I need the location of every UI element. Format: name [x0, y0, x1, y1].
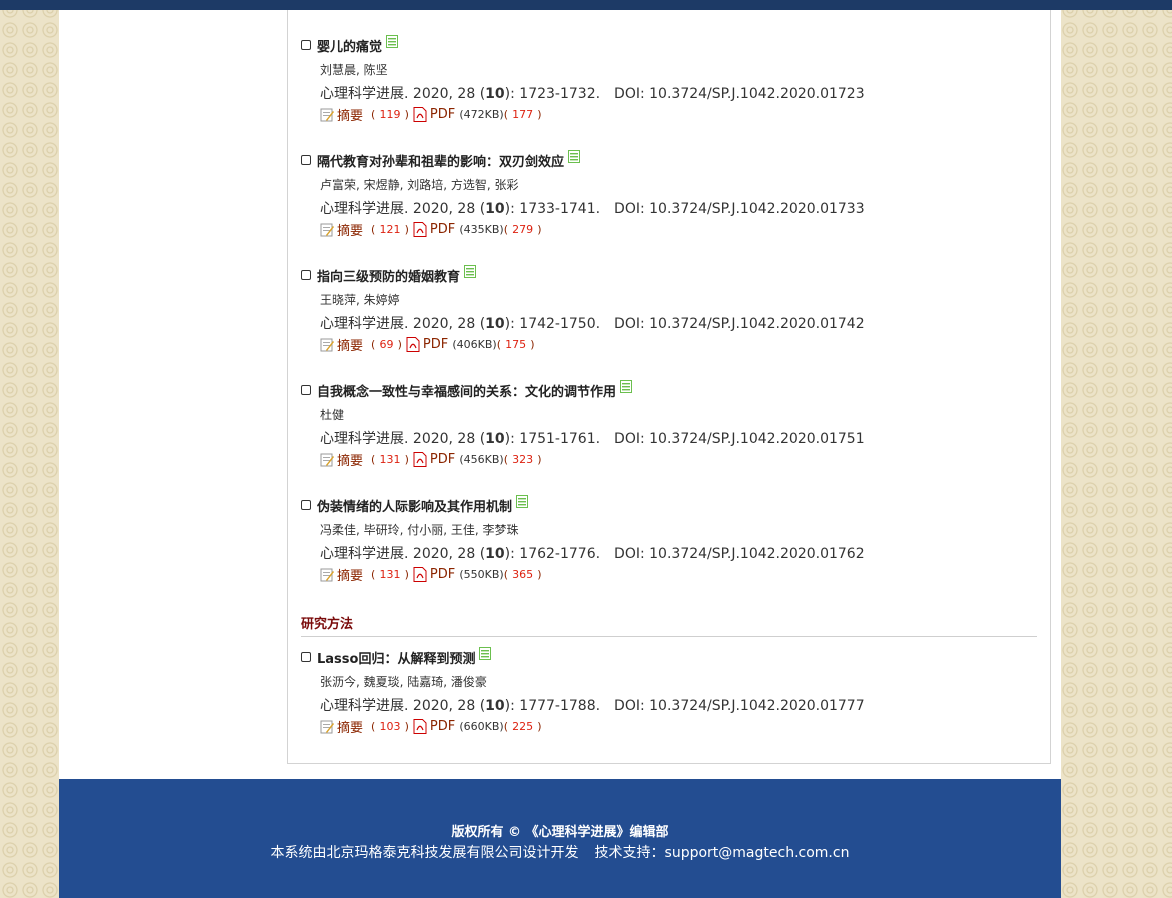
footer-copyright: 版权所有 © 《心理科学进展》编辑部: [451, 825, 669, 840]
pdf-size: (472KB): [459, 108, 504, 121]
pdf-size: (660KB): [459, 720, 504, 733]
abstract-link[interactable]: 摘要: [337, 450, 363, 469]
doi-text: DOI: 10.3724/SP.J.1042.2020.01777: [614, 698, 865, 714]
abstract-link[interactable]: 摘要: [337, 220, 363, 239]
select-checkbox[interactable]: [301, 40, 311, 50]
section-heading: 研究方法: [301, 613, 1037, 637]
abstract-icon: [320, 453, 334, 466]
article-authors: 杜健: [320, 408, 345, 422]
pdf-size: (406KB): [452, 338, 497, 351]
abstract-icon: [320, 108, 334, 121]
article-authors: 刘慧晨, 陈坚: [320, 63, 388, 77]
pdf-download-count: 175: [505, 338, 527, 351]
doi-text: DOI: 10.3724/SP.J.1042.2020.01723: [614, 86, 865, 102]
pdf-icon: [413, 107, 427, 122]
pdf-icon: [406, 337, 420, 352]
list-icon[interactable]: [620, 379, 633, 393]
pdf-download-count: 225: [512, 720, 534, 733]
pdf-link[interactable]: PDF: [423, 337, 448, 352]
select-checkbox[interactable]: [301, 500, 311, 510]
abstract-icon: [320, 720, 334, 733]
pdf-download-count: 323: [512, 453, 534, 466]
article-citation: 心理科学进展. 2020, 28 (10): 1777-1788. DOI: 10…: [320, 698, 865, 714]
abstract-link[interactable]: 摘要: [337, 335, 363, 354]
abstract-icon: [320, 568, 334, 581]
article-citation: 心理科学进展. 2020, 28 (10): 1751-1761. DOI: 10…: [320, 431, 865, 447]
pdf-size: (456KB): [459, 453, 504, 466]
top-bar: [0, 0, 1172, 10]
doi-text: DOI: 10.3724/SP.J.1042.2020.01751: [614, 431, 865, 447]
article-citation: 心理科学进展. 2020, 28 (10): 1733-1741. DOI: 10…: [320, 201, 865, 217]
footer-support[interactable]: 技术支持：support@magtech.com.cn: [595, 845, 850, 861]
article-authors: 王晓萍, 朱婷婷: [320, 293, 400, 307]
pdf-link[interactable]: PDF: [430, 222, 455, 237]
pdf-link[interactable]: PDF: [430, 719, 455, 734]
pdf-icon: [413, 222, 427, 237]
list-icon[interactable]: [568, 149, 581, 163]
doi-text: DOI: 10.3724/SP.J.1042.2020.01742: [614, 316, 865, 332]
abstract-link[interactable]: 摘要: [337, 565, 363, 584]
abstract-view-count: 69: [379, 338, 394, 351]
pdf-download-count: 279: [512, 223, 534, 236]
article-authors: 卢富荣, 宋煜静, 刘路培, 方选智, 张彩: [320, 178, 519, 192]
select-checkbox[interactable]: [301, 155, 311, 165]
doi-text: DOI: 10.3724/SP.J.1042.2020.01762: [614, 546, 865, 562]
article-citation: 心理科学进展. 2020, 28 (10): 1723-1732. DOI: 10…: [320, 86, 865, 102]
article-citation: 心理科学进展. 2020, 28 (10): 1742-1750. DOI: 10…: [320, 316, 865, 332]
pdf-size: (550KB): [459, 568, 504, 581]
doi-text: DOI: 10.3724/SP.J.1042.2020.01733: [614, 201, 865, 217]
footer-credits: 本系统由北京玛格泰克科技发展有限公司设计开发 技术支持：support@magte…: [59, 842, 1061, 862]
abstract-view-count: 131: [379, 453, 401, 466]
article-authors: 冯柔佳, 毕研玲, 付小丽, 王佳, 李梦珠: [320, 523, 519, 537]
pdf-link[interactable]: PDF: [430, 107, 455, 122]
pdf-icon: [413, 567, 427, 582]
footer: 版权所有 © 《心理科学进展》编辑部 本系统由北京玛格泰克科技发展有限公司设计开…: [59, 779, 1061, 898]
list-icon[interactable]: [479, 646, 492, 660]
article-title-link[interactable]: 隔代教育对孙辈和祖辈的影响：双刃剑效应: [317, 151, 564, 170]
select-checkbox[interactable]: [301, 652, 311, 662]
pdf-download-count: 365: [512, 568, 534, 581]
list-icon[interactable]: [516, 494, 529, 508]
article-title-link[interactable]: 自我概念一致性与幸福感间的关系：文化的调节作用: [317, 381, 616, 400]
article-title-link[interactable]: 婴儿的痛觉: [317, 36, 382, 55]
article-citation: 心理科学进展. 2020, 28 (10): 1762-1776. DOI: 10…: [320, 546, 865, 562]
abstract-view-count: 121: [379, 223, 401, 236]
footer-developer: 本系统由北京玛格泰克科技发展有限公司设计开发: [270, 845, 579, 861]
abstract-view-count: 131: [379, 568, 401, 581]
list-icon[interactable]: [386, 34, 399, 48]
abstract-link[interactable]: 摘要: [337, 105, 363, 124]
select-checkbox[interactable]: [301, 270, 311, 280]
article-authors: 张沥今, 魏夏琰, 陆嘉琦, 潘俊豪: [320, 675, 487, 689]
article-title-link[interactable]: 伪装情绪的人际影响及其作用机制: [317, 496, 512, 515]
abstract-view-count: 119: [379, 108, 401, 121]
pdf-size: (435KB): [459, 223, 504, 236]
pdf-icon: [413, 452, 427, 467]
pdf-link[interactable]: PDF: [430, 452, 455, 467]
pdf-link[interactable]: PDF: [430, 567, 455, 582]
pdf-icon: [413, 719, 427, 734]
list-icon[interactable]: [464, 264, 477, 278]
abstract-link[interactable]: 摘要: [337, 717, 363, 736]
select-checkbox[interactable]: [301, 385, 311, 395]
abstract-view-count: 103: [379, 720, 401, 733]
article-title-link[interactable]: Lasso回归：从解释到预测: [317, 648, 475, 667]
article-title-link[interactable]: 指向三级预防的婚姻教育: [317, 266, 460, 285]
abstract-icon: [320, 338, 334, 351]
pdf-download-count: 177: [512, 108, 534, 121]
abstract-icon: [320, 223, 334, 236]
